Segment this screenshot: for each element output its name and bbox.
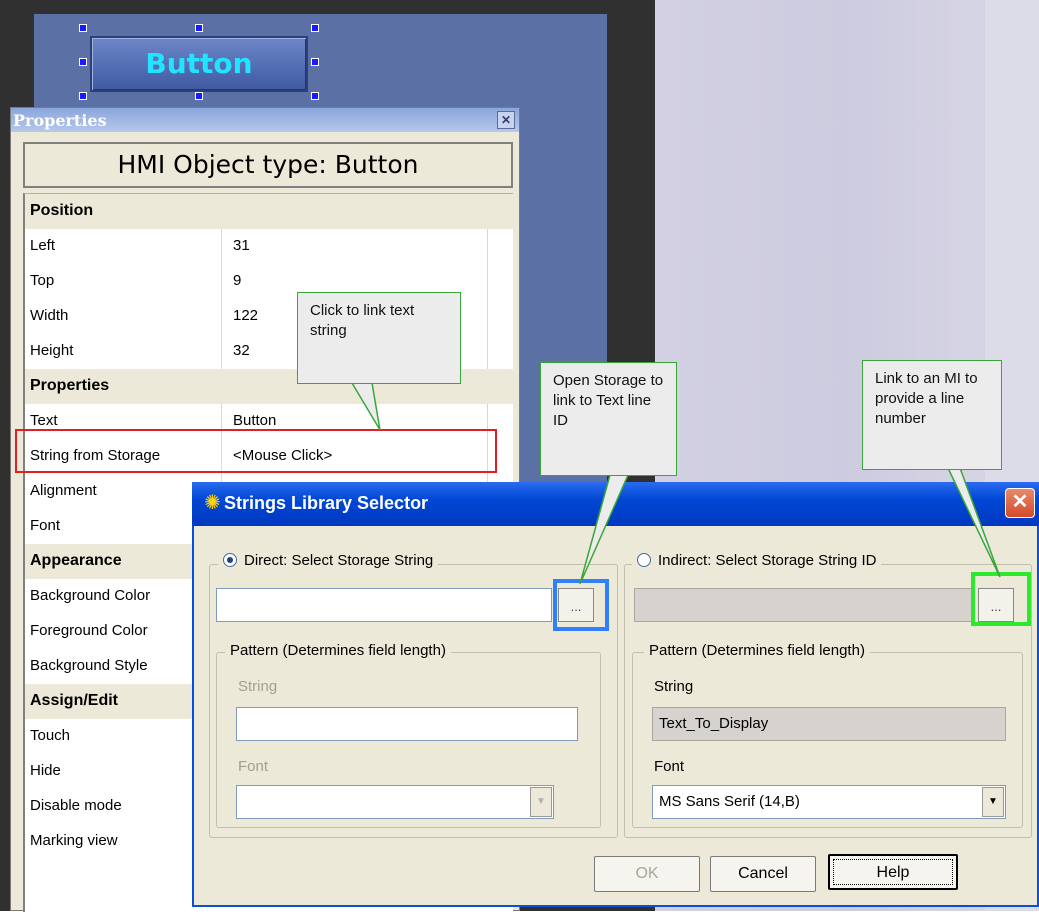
column-divider xyxy=(487,334,488,369)
property-row[interactable]: Left 31 xyxy=(25,229,513,264)
property-name: Background Style xyxy=(30,657,148,674)
resize-handle[interactable] xyxy=(311,58,319,66)
ok-button[interactable]: OK xyxy=(594,856,700,892)
chevron-down-icon[interactable]: ▼ xyxy=(982,787,1004,817)
property-name: Left xyxy=(30,237,56,254)
sun-icon: ✺ xyxy=(204,492,221,514)
category-label: Assign/Edit xyxy=(30,692,119,709)
property-value[interactable]: 9 xyxy=(233,272,241,289)
indirect-pattern-legend: Pattern (Determines field length) xyxy=(644,642,870,659)
direct-string-input[interactable] xyxy=(216,588,552,622)
dialog-title: Strings Library Selector xyxy=(192,482,1039,526)
indirect-radio[interactable]: Indirect: Select Storage String ID xyxy=(632,552,882,569)
column-divider xyxy=(221,264,222,299)
callout-open-storage: Open Storage to link to Text line ID xyxy=(540,362,677,476)
resize-handle[interactable] xyxy=(311,24,319,32)
property-name: Top xyxy=(30,272,55,289)
property-value[interactable]: 31 xyxy=(233,237,250,254)
category-label: Position xyxy=(30,202,94,219)
property-name: Disable mode xyxy=(30,797,122,814)
property-name: Font xyxy=(30,517,61,534)
property-name: Background Color xyxy=(30,587,151,604)
direct-font-select[interactable]: ▼ xyxy=(236,785,554,819)
close-icon[interactable]: ✕ xyxy=(1005,488,1035,518)
indirect-radio-label: Indirect: Select Storage String ID xyxy=(658,552,877,569)
direct-font-label: Font xyxy=(238,758,269,775)
direct-pattern-legend: Pattern (Determines field length) xyxy=(225,642,451,659)
property-name: Width xyxy=(30,307,69,324)
property-name: Alignment xyxy=(30,482,97,499)
property-value[interactable]: 122 xyxy=(233,307,258,324)
resize-handle[interactable] xyxy=(79,24,87,32)
column-divider xyxy=(221,299,222,334)
indirect-font-value: MS Sans Serif (14,B) xyxy=(659,793,800,810)
resize-handle[interactable] xyxy=(195,24,203,32)
property-name: Touch xyxy=(30,727,71,744)
column-divider xyxy=(487,229,488,264)
indirect-string-id-input[interactable] xyxy=(634,588,972,622)
resize-handle[interactable] xyxy=(195,92,203,100)
category-label: Appearance xyxy=(30,552,122,569)
direct-radio[interactable]: Direct: Select Storage String xyxy=(218,552,439,569)
indirect-font-label: Font xyxy=(654,758,685,775)
radio-icon[interactable] xyxy=(223,553,237,567)
direct-radio-label: Direct: Select Storage String xyxy=(244,552,434,569)
highlight-indirect-browse xyxy=(971,572,1031,626)
category-label: Properties xyxy=(30,377,110,394)
property-name: Marking view xyxy=(30,832,118,849)
chevron-down-icon[interactable]: ▼ xyxy=(530,787,552,817)
properties-title: Properties xyxy=(11,108,519,132)
strings-library-selector-dialog: Strings Library Selector ✺ ✕ Direct: Sel… xyxy=(192,482,1039,907)
hmi-button-object[interactable]: Button xyxy=(90,36,308,92)
property-name: Height xyxy=(30,342,74,359)
property-value[interactable]: Button xyxy=(233,412,276,429)
column-divider xyxy=(487,264,488,299)
property-name: Text xyxy=(30,412,58,429)
indirect-font-select[interactable]: MS Sans Serif (14,B) ▼ xyxy=(652,785,1006,819)
callout-link-text: Click to link text string xyxy=(297,292,461,384)
direct-pattern-string-input[interactable] xyxy=(236,707,578,741)
property-value[interactable]: 32 xyxy=(233,342,250,359)
property-category: Position xyxy=(25,194,513,229)
radio-icon[interactable] xyxy=(637,553,651,567)
property-name: Foreground Color xyxy=(30,622,148,639)
property-name: Hide xyxy=(30,762,61,779)
column-divider xyxy=(221,229,222,264)
column-divider xyxy=(487,299,488,334)
highlight-string-from-storage xyxy=(15,429,497,473)
resize-handle[interactable] xyxy=(79,92,87,100)
direct-string-label: String xyxy=(238,678,278,695)
close-icon[interactable]: ✕ xyxy=(497,111,515,129)
object-type-header: HMI Object type: Button xyxy=(23,142,513,188)
highlight-direct-browse xyxy=(553,579,609,631)
help-button[interactable]: Help xyxy=(828,854,958,890)
indirect-string-label: String xyxy=(654,678,694,695)
cancel-button[interactable]: Cancel xyxy=(710,856,816,892)
callout-link-mi: Link to an MI to provide a line number xyxy=(862,360,1002,470)
resize-handle[interactable] xyxy=(79,58,87,66)
column-divider xyxy=(221,334,222,369)
resize-handle[interactable] xyxy=(311,92,319,100)
indirect-pattern-string-input[interactable]: Text_To_Display xyxy=(652,707,1006,741)
